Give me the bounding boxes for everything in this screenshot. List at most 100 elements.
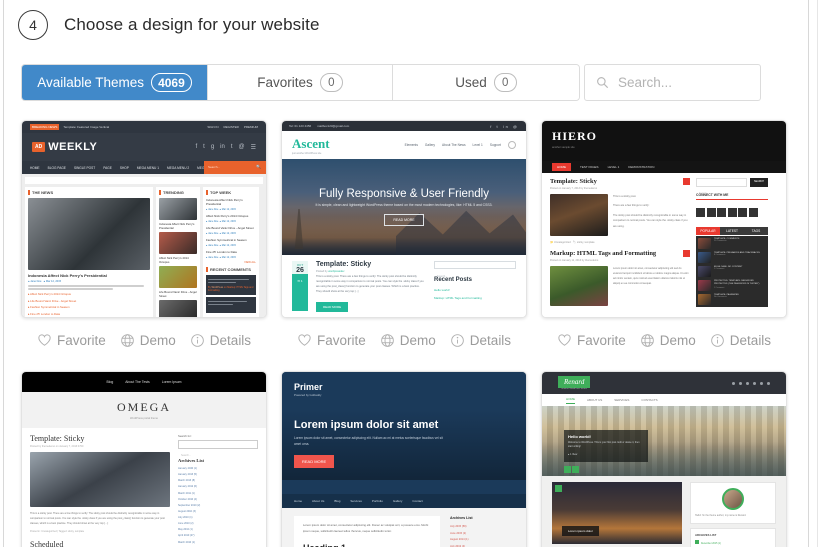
- mini-sidebar-tab: POPULAR: [696, 227, 720, 235]
- mini-hero-title: Fully Responsive & User Friendly: [318, 188, 489, 201]
- mini-nav-item: Gallery: [392, 499, 403, 503]
- mini-popular-meta: 1 Comment: [714, 268, 725, 270]
- mini-hero-card-title: Hello world!: [568, 434, 591, 439]
- mini-logo-bar: AD WEEKLY f t g in t @ ☰: [22, 133, 266, 161]
- mini-nav-item: SHOP: [119, 165, 129, 170]
- heart-icon: [297, 333, 312, 347]
- mini-hero-card-meta: 1 View: [570, 452, 578, 456]
- theme-card-renard[interactable]: Renard another WordPress theme HOME ABOU…: [541, 371, 787, 547]
- favorite-button[interactable]: Favorite: [37, 333, 106, 348]
- mini-sidebar-item: Markup: HTML Tags and Formatting: [434, 296, 482, 300]
- theme-grid: BREAKING NEWS Template: Featured Image V…: [21, 120, 789, 547]
- mini-search-label: Search for:: [178, 434, 192, 438]
- theme-search[interactable]: [584, 64, 761, 101]
- left-divider: [3, 0, 4, 547]
- step-number: 4: [29, 17, 37, 33]
- theme-card-primer[interactable]: Primer Powered by GoDaddy Lorem ipsum do…: [281, 371, 527, 547]
- details-label: Details: [469, 332, 512, 348]
- mini-post-image: Lorem ipsum dolor: [552, 482, 682, 544]
- favorite-button[interactable]: Favorite: [297, 333, 366, 348]
- mini-hero-sub: It is simple, clean and lightweight Word…: [315, 203, 493, 208]
- mini-nav-item: HOME: [30, 165, 40, 170]
- mini-nav-item: PAGE: [103, 165, 112, 170]
- mini-nav-item: CONTACTS: [641, 398, 658, 402]
- mini-logo: Ascent: [292, 135, 330, 151]
- tab-favorites[interactable]: Favorites 0: [208, 65, 393, 100]
- mini-post-title: Template: Sticky: [550, 178, 597, 185]
- details-label: Details: [209, 332, 252, 348]
- mini-logo: Renard: [558, 376, 591, 388]
- mini-post-meta: Posted on January 11, 2013 by themedemo: [550, 259, 599, 262]
- mini-post-title: Indonesia Affect Nick Perry's Presidenti…: [28, 273, 107, 278]
- theme-thumbnail[interactable]: Renard another WordPress theme HOME ABOU…: [541, 371, 787, 547]
- tab-used[interactable]: Used 0: [393, 65, 579, 100]
- theme-card-actions: Favorite Demo Details: [541, 326, 787, 354]
- theme-card-ascent[interactable]: Tel: 01 123 4456 mailbox123@gmail.com f …: [281, 120, 527, 354]
- theme-card-omega[interactable]: Blog About The Tests Lorem Ipsum OMEGA W…: [21, 371, 267, 547]
- mini-post-title: Template: Sticky: [316, 261, 372, 268]
- mini-post-tags: Posted in: Uncategorized | Tagged: stick…: [30, 530, 85, 533]
- mini-nav-item: About The News: [442, 143, 466, 147]
- details-button[interactable]: Details: [710, 333, 771, 348]
- demo-button[interactable]: Demo: [380, 333, 436, 348]
- theme-card-hiero[interactable]: HIERO another sample site HOME TEST PAGE…: [541, 120, 787, 354]
- details-button[interactable]: Details: [190, 333, 251, 348]
- mini-section-title: TOP WEEK: [206, 190, 256, 195]
- mini-hero-sub: Lorem ipsum dolor sit amet, consectetur …: [294, 436, 443, 447]
- mini-view-all: VIEW ALL: [244, 261, 256, 265]
- mini-nav-item: MEGA MENU 2: [167, 165, 190, 170]
- mini-sidebar-title: CONNECT WITH ME: [696, 193, 768, 200]
- mini-heading: Heading 1: [303, 543, 431, 547]
- mini-nav-item: HOME: [566, 397, 575, 404]
- mini-top-item: Affect Nick Perry's 2014 Octopus: [206, 214, 249, 219]
- mini-date-day: 26: [292, 267, 308, 274]
- theme-thumbnail[interactable]: BREAKING NEWS Template: Featured Image V…: [21, 120, 267, 318]
- mini-hero-title: Lorem ipsum dolor sit amet: [294, 419, 439, 431]
- mini-nav: HOME TEST PAGES LEVEL 1 DEMONSTRATION: [542, 161, 786, 173]
- mini-post-date: OCT 26 ✉ 1: [292, 261, 308, 311]
- mini-nav-item: Support: [489, 143, 501, 147]
- mini-sidebar-tab: TAGS: [744, 227, 768, 235]
- mini-logo: HIERO: [552, 129, 598, 143]
- mini-nav-item: SERVICES: [614, 398, 630, 402]
- mini-nav-item: Portfolio: [371, 499, 383, 503]
- mini-nav-item: About The Tests: [125, 380, 150, 384]
- theme-thumbnail[interactable]: Tel: 01 123 4456 mailbox123@gmail.com f …: [281, 120, 527, 318]
- mini-top-item: Fine 25' London to Data: [206, 250, 237, 255]
- mini-body: Template: Sticky Posted by themedemo on …: [22, 428, 266, 547]
- theme-card-ad-weekly[interactable]: BREAKING NEWS Template: Featured Image V…: [21, 120, 267, 354]
- theme-thumbnail[interactable]: Primer Powered by GoDaddy Lorem ipsum do…: [281, 371, 527, 547]
- mini-nav: HOME ABOUT US SERVICES CONTACTS: [542, 394, 786, 406]
- mini-nav-item: Contact: [412, 499, 423, 503]
- mini-popular-meta: 8 Comments: [714, 254, 726, 256]
- demo-label: Demo: [139, 332, 176, 348]
- demo-button[interactable]: Demo: [120, 333, 176, 348]
- mini-archive-item: June 2015 (2): [450, 531, 467, 535]
- mini-top-item: Indonesia Affect Nick Perry's Presidenti…: [206, 198, 243, 207]
- details-button[interactable]: Details: [450, 333, 511, 348]
- mini-nav-item: LEVEL 1: [607, 165, 620, 169]
- tab-used-count: 0: [493, 73, 517, 92]
- search-input[interactable]: [618, 75, 748, 90]
- tab-available-themes[interactable]: Available Themes 4069: [22, 65, 208, 100]
- mini-nav-item: Services: [350, 499, 362, 503]
- mini-trend-item: Life Bound Vanic Drive - Angel Street: [159, 290, 197, 298]
- mini-body: Lorem ipsum dolor sit amet, consectetur …: [282, 508, 526, 547]
- mini-nav-item: DEMONSTRATION: [628, 165, 655, 169]
- demo-button[interactable]: Demo: [640, 333, 696, 348]
- favorite-button[interactable]: Favorite: [557, 333, 626, 348]
- mini-about-text: Hello! I'm the theme author, my name is …: [695, 514, 747, 517]
- avatar: [722, 488, 744, 510]
- mini-topbar: BREAKING NEWS Template: Featured Image V…: [22, 121, 266, 133]
- mini-tagline: another WordPress theme: [561, 388, 587, 390]
- theme-thumbnail[interactable]: HIERO another sample site HOME TEST PAGE…: [541, 120, 787, 318]
- theme-thumbnail[interactable]: Blog About The Tests Lorem Ipsum OMEGA W…: [21, 371, 267, 547]
- mini-phone: Tel: 01 123 4456: [289, 124, 312, 128]
- mini-top-item: Life Bound Vanic Drive - Angel Street: [206, 226, 254, 231]
- mini-hero-card-text: Welcome to WordPress. This is your first…: [568, 441, 640, 449]
- mini-nav-item: MEGA MENU 1: [136, 165, 160, 170]
- mini-popular-meta: No Comments: [714, 296, 727, 298]
- mini-sidebar-title: ARCHIVES LIST: [695, 533, 717, 538]
- mini-nav-item: Level 1: [472, 143, 483, 147]
- mini-tagline: WordPress portal theme: [130, 417, 158, 420]
